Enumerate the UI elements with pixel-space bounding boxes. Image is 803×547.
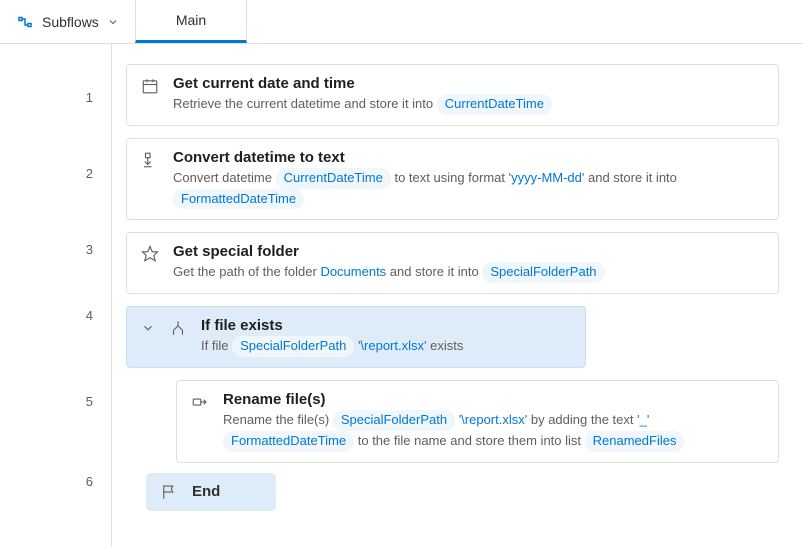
line-number: 3 — [86, 216, 111, 282]
flag-icon — [160, 483, 178, 501]
action-title: End — [192, 483, 220, 500]
workspace: 1 2 3 4 5 6 Get current date and time Re… — [0, 44, 803, 547]
action-title: If file exists — [201, 317, 571, 334]
action-title: Convert datetime to text — [173, 149, 764, 166]
subflows-dropdown[interactable]: Subflows — [0, 0, 135, 43]
action-description: Convert datetime CurrentDateTime to text… — [173, 168, 764, 210]
top-bar: Subflows Main — [0, 0, 803, 44]
action-end[interactable]: End — [146, 473, 276, 511]
action-description: If file SpecialFolderPath '\report.xlsx'… — [201, 336, 571, 357]
action-title: Get special folder — [173, 243, 764, 260]
action-description: Get the path of the folder Documents and… — [173, 262, 764, 283]
line-number: 6 — [86, 454, 111, 508]
if-body: Rename file(s) Rename the file(s) Specia… — [146, 380, 779, 511]
action-title: Get current date and time — [173, 75, 764, 92]
line-number: 1 — [86, 64, 111, 130]
variable-pill: FormattedDateTime — [173, 189, 304, 210]
action-get-special-folder[interactable]: Get special folder Get the path of the f… — [126, 232, 779, 294]
calendar-icon — [141, 75, 159, 95]
line-number: 2 — [86, 130, 111, 216]
flow-area: Get current date and time Retrieve the c… — [112, 44, 803, 547]
action-title: Rename file(s) — [223, 391, 764, 408]
line-number: 5 — [86, 348, 111, 454]
action-if-file-exists[interactable]: If file exists If file SpecialFolderPath… — [126, 306, 586, 368]
rename-icon — [191, 391, 209, 411]
line-number: 4 — [86, 282, 111, 348]
convert-icon — [141, 149, 159, 169]
flow-icon — [16, 13, 34, 31]
star-icon — [141, 243, 159, 263]
action-description: Rename the file(s) SpecialFolderPath '\r… — [223, 410, 764, 452]
tab-main-label: Main — [176, 12, 206, 28]
variable-pill: RenamedFiles — [585, 431, 685, 452]
action-rename-files[interactable]: Rename file(s) Rename the file(s) Specia… — [176, 380, 779, 463]
variable-pill: SpecialFolderPath — [482, 262, 604, 283]
branch-icon — [169, 317, 187, 337]
line-gutter: 1 2 3 4 5 6 — [0, 44, 112, 547]
action-get-datetime[interactable]: Get current date and time Retrieve the c… — [126, 64, 779, 126]
action-description: Retrieve the current datetime and store … — [173, 94, 764, 115]
action-convert-datetime[interactable]: Convert datetime to text Convert datetim… — [126, 138, 779, 221]
tab-main[interactable]: Main — [135, 0, 247, 43]
variable-pill: SpecialFolderPath — [232, 336, 354, 357]
collapse-toggle[interactable] — [141, 317, 155, 335]
subflows-label: Subflows — [42, 14, 99, 30]
chevron-down-icon — [107, 16, 119, 28]
variable-pill: FormattedDateTime — [223, 431, 354, 452]
variable-pill: CurrentDateTime — [276, 168, 391, 189]
variable-pill: CurrentDateTime — [437, 94, 552, 115]
variable-pill: SpecialFolderPath — [333, 410, 455, 431]
